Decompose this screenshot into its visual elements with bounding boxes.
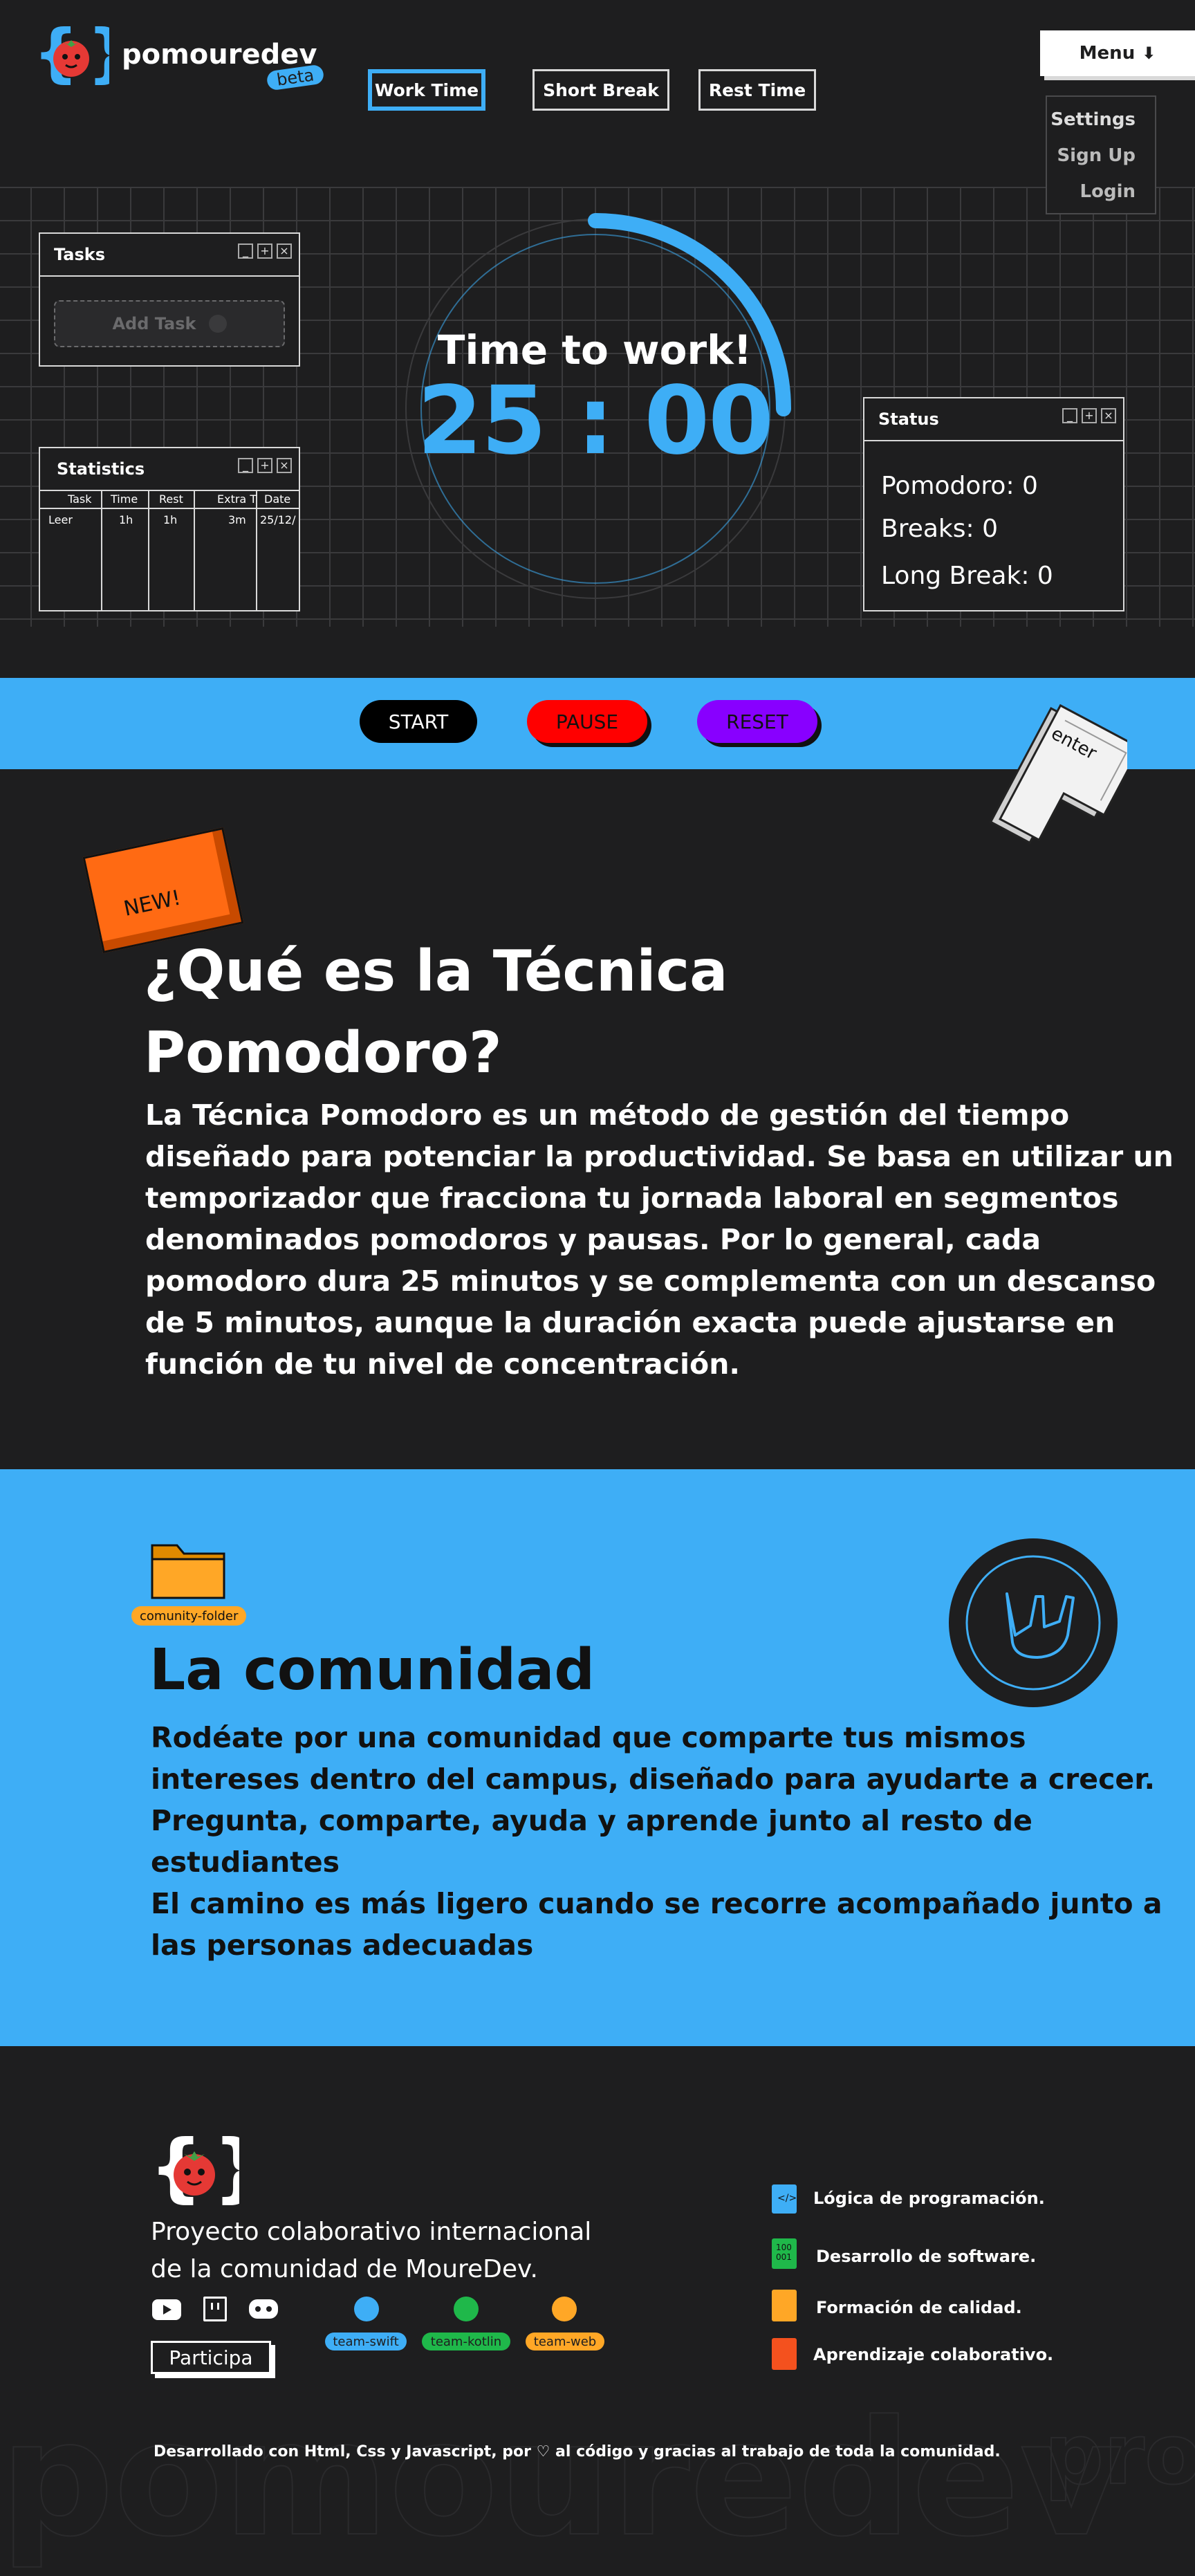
cell-task: Leer: [48, 513, 73, 526]
pomodoro-title-line2: Pomodoro?: [144, 1020, 502, 1086]
start-button[interactable]: START: [360, 700, 477, 743]
tasks-title: Tasks: [54, 245, 106, 264]
github-web-icon[interactable]: [552, 2297, 577, 2321]
statistics-window: Statistics _ + × Task Time Rest Extra T …: [39, 447, 300, 611]
pomodoro-body-1: La Técnica Pomodoro es un método de gest…: [145, 1098, 1070, 1132]
rock-hand-icon: [949, 1538, 1118, 1707]
binary-file-icon: 100 001: [772, 2238, 797, 2269]
feature-development: Desarrollo de software.: [816, 2247, 1037, 2266]
svg-text:}: }: [213, 2129, 239, 2211]
add-task-label: Add Task: [112, 314, 196, 333]
footer-tagline-1: Proyecto colaborativo internacional: [151, 2218, 592, 2246]
watermark: pomouredev: [0, 2387, 1124, 2572]
close-icon[interactable]: ×: [1101, 408, 1116, 423]
cell-extra: 3m: [228, 513, 246, 526]
col-header-task: Task: [68, 493, 92, 506]
col-header-date: Date: [264, 493, 291, 506]
folder-icon: [149, 1538, 227, 1601]
watermark-suffix: pro: [1044, 2407, 1195, 2504]
footer-logo[interactable]: { }: [149, 2124, 266, 2212]
footer-tagline-2: de la comunidad de MoureDev.: [151, 2255, 539, 2283]
youtube-icon[interactable]: [152, 2299, 181, 2320]
document-icon: [772, 2290, 797, 2321]
code-file-icon: </>: [772, 2184, 797, 2214]
pomodoro-body-3: temporizador que fracciona tu jornada la…: [145, 1181, 1119, 1215]
logo[interactable]: { }: [33, 16, 133, 90]
community-body-2: intereses dentro del campus, diseñado pa…: [151, 1763, 1156, 1796]
tasks-window: Tasks _ + × Add Task: [39, 232, 300, 367]
community-body-1: Rodéate por una comunidad que comparte t…: [151, 1721, 1026, 1754]
pomodoro-body-7: función de tu nivel de concentración.: [145, 1347, 740, 1381]
participate-button[interactable]: Participa: [151, 2341, 271, 2374]
stats-table: Task Time Rest Extra T Date Leer 1h 1h 3…: [40, 490, 299, 610]
github-kotlin-icon[interactable]: [454, 2297, 479, 2321]
add-task-button[interactable]: Add Task: [54, 300, 285, 347]
community-body-4: estudiantes: [151, 1846, 340, 1879]
short-break-button[interactable]: Short Break: [532, 69, 669, 111]
team-swift-tag[interactable]: team-swift: [325, 2333, 407, 2350]
enter-key-icon: enter: [989, 692, 1142, 865]
feature-logic: Lógica de programación.: [813, 2189, 1045, 2208]
community-body-6: las personas adecuadas: [151, 1929, 534, 1962]
footer-credits: Desarrollado con Html, Css y Javascript,…: [154, 2443, 1001, 2460]
folder-label: comunity-folder: [131, 1606, 247, 1626]
pomodoro-body-5: pomodoro dura 25 minutos y se complement…: [145, 1264, 1156, 1298]
rest-time-button[interactable]: Rest Time: [698, 69, 816, 111]
minimize-icon[interactable]: _: [1062, 408, 1077, 423]
status-breaks: Breaks: 0: [881, 515, 998, 543]
community-body-3: Pregunta, comparte, ayuda y aprende junt…: [151, 1804, 1032, 1837]
menu-item-login[interactable]: Login: [1080, 181, 1136, 202]
close-icon[interactable]: ×: [277, 243, 292, 259]
menu-item-settings[interactable]: Settings: [1050, 109, 1136, 130]
menu-dropdown: Settings Sign Up Login: [1046, 95, 1156, 214]
timer-value: 25 : 00: [417, 367, 774, 476]
minimize-icon[interactable]: _: [238, 458, 253, 473]
hero-section: { } pomouredev beta Work Time Short Brea…: [0, 0, 1195, 678]
discord-icon[interactable]: [249, 2299, 278, 2319]
col-header-time: Time: [111, 493, 138, 506]
minimize-icon[interactable]: _: [238, 243, 253, 259]
pause-button[interactable]: PAUSE: [527, 700, 647, 743]
pomodoro-body-6: de 5 minutos, aunque la duración exacta …: [145, 1306, 1115, 1339]
twitch-icon[interactable]: [203, 2297, 227, 2321]
col-header-extra: Extra T: [217, 493, 257, 506]
pomodoro-body-4: denominados pomodoros y pausas. Por lo g…: [145, 1223, 1041, 1256]
feature-training: Formación de calidad.: [816, 2298, 1022, 2317]
cell-rest: 1h: [163, 513, 178, 526]
status-title: Status: [878, 410, 939, 429]
new-badge-label: NEW!: [121, 885, 183, 921]
plus-circle-icon: [208, 315, 227, 333]
feature-collaborative: Aprendizaje colaborativo.: [813, 2345, 1054, 2364]
brand-name: pomouredev: [122, 39, 317, 71]
community-section: comunity-folder La comunidad Rodéate por…: [0, 1469, 1195, 2046]
stack-documents-icon: [772, 2338, 797, 2370]
cell-date: 25/12/: [260, 513, 296, 526]
menu-item-signup[interactable]: Sign Up: [1057, 145, 1136, 166]
maximize-icon[interactable]: +: [257, 243, 272, 259]
menu-label: Menu: [1079, 43, 1136, 64]
svg-text:}: }: [87, 21, 109, 90]
pomodoro-title-line1: ¿Qué es la Técnica: [144, 939, 728, 1004]
maximize-icon[interactable]: +: [257, 458, 272, 473]
github-swift-icon[interactable]: [354, 2297, 379, 2321]
team-web-tag[interactable]: team-web: [526, 2333, 604, 2350]
cell-time: 1h: [119, 513, 133, 526]
work-time-button[interactable]: Work Time: [368, 69, 485, 111]
menu-button[interactable]: Menu ⬇: [1040, 30, 1195, 76]
pomodoro-body-2: diseñado para potenciar la productividad…: [145, 1140, 1174, 1173]
statistics-title: Statistics: [57, 459, 145, 479]
status-pomodoro: Pomodoro: 0: [881, 472, 1038, 500]
team-kotlin-tag[interactable]: team-kotlin: [422, 2333, 510, 2350]
col-header-rest: Rest: [159, 493, 183, 506]
status-window: Status _ + × Pomodoro: 0 Breaks: 0 Long …: [863, 397, 1124, 611]
community-title: La comunidad: [149, 1637, 595, 1703]
close-icon[interactable]: ×: [277, 458, 292, 473]
status-long-break: Long Break: 0: [881, 562, 1053, 590]
arrow-down-icon: ⬇: [1142, 44, 1156, 63]
reset-button[interactable]: RESET: [697, 700, 817, 743]
maximize-icon[interactable]: +: [1082, 408, 1097, 423]
community-body-5: El camino es más ligero cuando se recorr…: [151, 1887, 1162, 1920]
